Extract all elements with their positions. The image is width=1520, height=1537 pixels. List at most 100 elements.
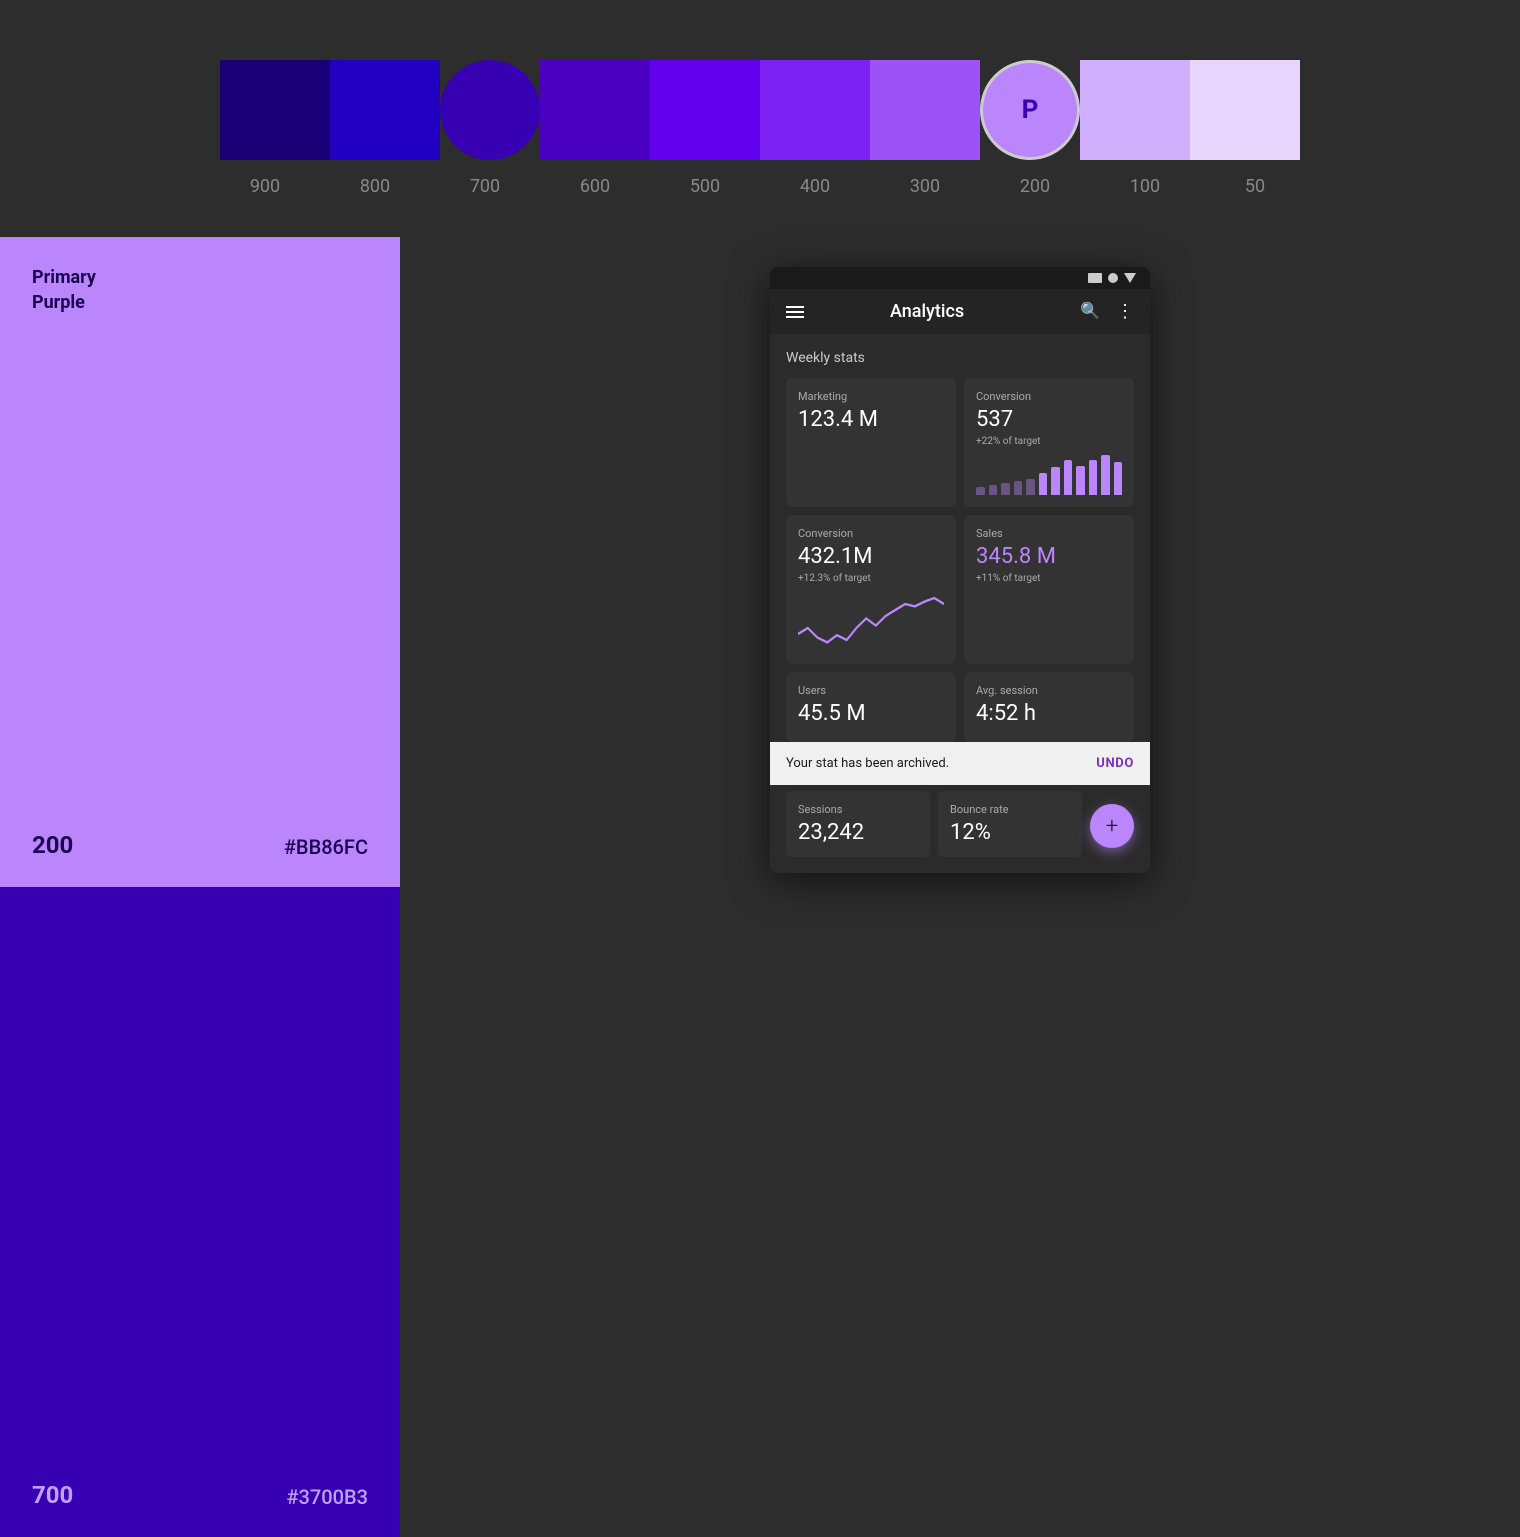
panel-200-label-primary: Primary: [32, 265, 368, 290]
marketing-value: 123.4 M: [798, 407, 944, 432]
swatch-200: P: [980, 60, 1080, 160]
sales-card: Sales 345.8 M +11% of target: [964, 515, 1134, 664]
wifi-icon: [1124, 273, 1136, 283]
conversion-bar-label: Conversion: [976, 390, 1122, 403]
swatch-900: [220, 60, 330, 160]
swatch-400: [760, 60, 870, 160]
marketing-label: Marketing: [798, 390, 944, 403]
bar-6: [1039, 473, 1048, 495]
palette-label-800: 800: [320, 176, 430, 197]
signal-icon: [1108, 273, 1118, 283]
marketing-card: Marketing 123.4 M: [786, 378, 956, 507]
app-content: Weekly stats Marketing 123.4 M Conversio…: [770, 334, 1150, 873]
panel-200-hex: #BB86FC: [284, 835, 368, 859]
users-card: Users 45.5 M: [786, 672, 956, 742]
palette-section: P 900 800 700 600 500 400 300 200 100 50: [0, 0, 1520, 237]
sessions-value: 23,242: [798, 820, 918, 845]
palette-label-700: 700: [430, 176, 540, 197]
weekly-stats-label: Weekly stats: [786, 350, 1134, 366]
palette-labels: 900 800 700 600 500 400 300 200 100 50: [210, 176, 1310, 197]
panel-700-bottom: 700 #3700B3: [32, 1481, 368, 1509]
status-bar: [770, 267, 1150, 289]
conversion-bar-value: 537: [976, 407, 1122, 432]
bar-4: [1014, 481, 1023, 495]
palette-label-600: 600: [540, 176, 650, 197]
conversion-line-card: Conversion 432.1M +12.3% of target: [786, 515, 956, 664]
bounce-rate-card: Bounce rate 12%: [938, 791, 1082, 857]
panel-200-bottom: 200 #BB86FC: [32, 831, 368, 859]
sales-label: Sales: [976, 527, 1122, 540]
bar-2: [989, 485, 998, 495]
sessions-label: Sessions: [798, 803, 918, 816]
swatch-800: [330, 60, 440, 160]
bottom-row: Sessions 23,242 Bounce rate 12% +: [786, 785, 1134, 857]
palette-label-400: 400: [760, 176, 870, 197]
conversion-bar-card: Conversion 537 +22% of target: [964, 378, 1134, 507]
bar-10: [1089, 460, 1098, 495]
avg-session-value: 4:52 h: [976, 701, 1122, 726]
right-content: Analytics 🔍 ⋮ Weekly stats Marketing 123…: [400, 237, 1520, 1537]
swatch-600: [540, 60, 650, 160]
stats-grid: Marketing 123.4 M Conversion 537 +22% of…: [786, 378, 1134, 742]
sales-target: +11% of target: [976, 573, 1122, 584]
swatch-700: [440, 60, 540, 160]
swatch-50: [1190, 60, 1300, 160]
palette-label-500: 500: [650, 176, 760, 197]
sessions-card: Sessions 23,242: [786, 791, 930, 857]
panel-200-labels: Primary Purple: [32, 265, 368, 315]
palette-label-900: 900: [210, 176, 320, 197]
bar-chart: [976, 455, 1122, 495]
palette-label-300: 300: [870, 176, 980, 197]
avg-session-label: Avg. session: [976, 684, 1122, 697]
more-icon[interactable]: ⋮: [1116, 301, 1134, 322]
panel-700-hex: #3700B3: [286, 1485, 368, 1509]
bar-12: [1114, 462, 1123, 495]
bar-3: [1001, 483, 1010, 495]
bar-9: [1076, 466, 1085, 495]
color-panel-700: 700 #3700B3: [0, 887, 400, 1537]
palette-swatches: P: [220, 60, 1300, 160]
conversion-line-target: +12.3% of target: [798, 573, 944, 584]
swatch-300: [870, 60, 980, 160]
conversion-bar-target: +22% of target: [976, 436, 1122, 447]
snackbar-text: Your stat has been archived.: [786, 756, 949, 771]
search-icon[interactable]: 🔍: [1080, 301, 1100, 322]
line-chart-path: [798, 598, 944, 642]
bounce-rate-label: Bounce rate: [950, 803, 1070, 816]
app-bar-icons: 🔍 ⋮: [1080, 301, 1134, 322]
users-value: 45.5 M: [798, 701, 944, 726]
palette-label-100: 100: [1090, 176, 1200, 197]
color-panel-200: Primary Purple 200 #BB86FC: [0, 237, 400, 887]
bar-11: [1101, 455, 1110, 495]
fab-button[interactable]: +: [1090, 804, 1134, 848]
avg-session-card: Avg. session 4:52 h: [964, 672, 1134, 742]
swatch-200-letter: P: [1022, 95, 1039, 125]
conversion-line-label: Conversion: [798, 527, 944, 540]
app-bar: Analytics 🔍 ⋮: [770, 289, 1150, 334]
undo-button[interactable]: UNDO: [1096, 756, 1134, 771]
bounce-rate-value: 12%: [950, 820, 1070, 845]
users-label: Users: [798, 684, 944, 697]
line-chart: [798, 592, 944, 652]
swatch-500: [650, 60, 760, 160]
snackbar: Your stat has been archived. UNDO: [770, 742, 1150, 785]
bottom-stats: Sessions 23,242 Bounce rate 12%: [786, 791, 1082, 857]
panel-200-number: 200: [32, 831, 73, 859]
palette-label-200: 200: [980, 176, 1090, 197]
bar-8: [1064, 460, 1073, 495]
bar-5: [1026, 479, 1035, 495]
left-panels: Primary Purple 200 #BB86FC 700 #3700B3: [0, 237, 400, 1537]
sales-value: 345.8 M: [976, 544, 1122, 569]
panel-200-label-purple: Purple: [32, 290, 368, 315]
bottom-section: Primary Purple 200 #BB86FC 700 #3700B3: [0, 237, 1520, 1537]
app-title: Analytics: [786, 301, 1068, 322]
line-chart-svg: [798, 592, 944, 652]
bar-7: [1051, 467, 1060, 495]
battery-icon: [1088, 273, 1102, 283]
palette-label-50: 50: [1200, 176, 1310, 197]
phone-mockup: Analytics 🔍 ⋮ Weekly stats Marketing 123…: [770, 267, 1150, 873]
bar-1: [976, 487, 985, 495]
conversion-line-value: 432.1M: [798, 544, 944, 569]
panel-700-number: 700: [32, 1481, 73, 1509]
swatch-100: [1080, 60, 1190, 160]
